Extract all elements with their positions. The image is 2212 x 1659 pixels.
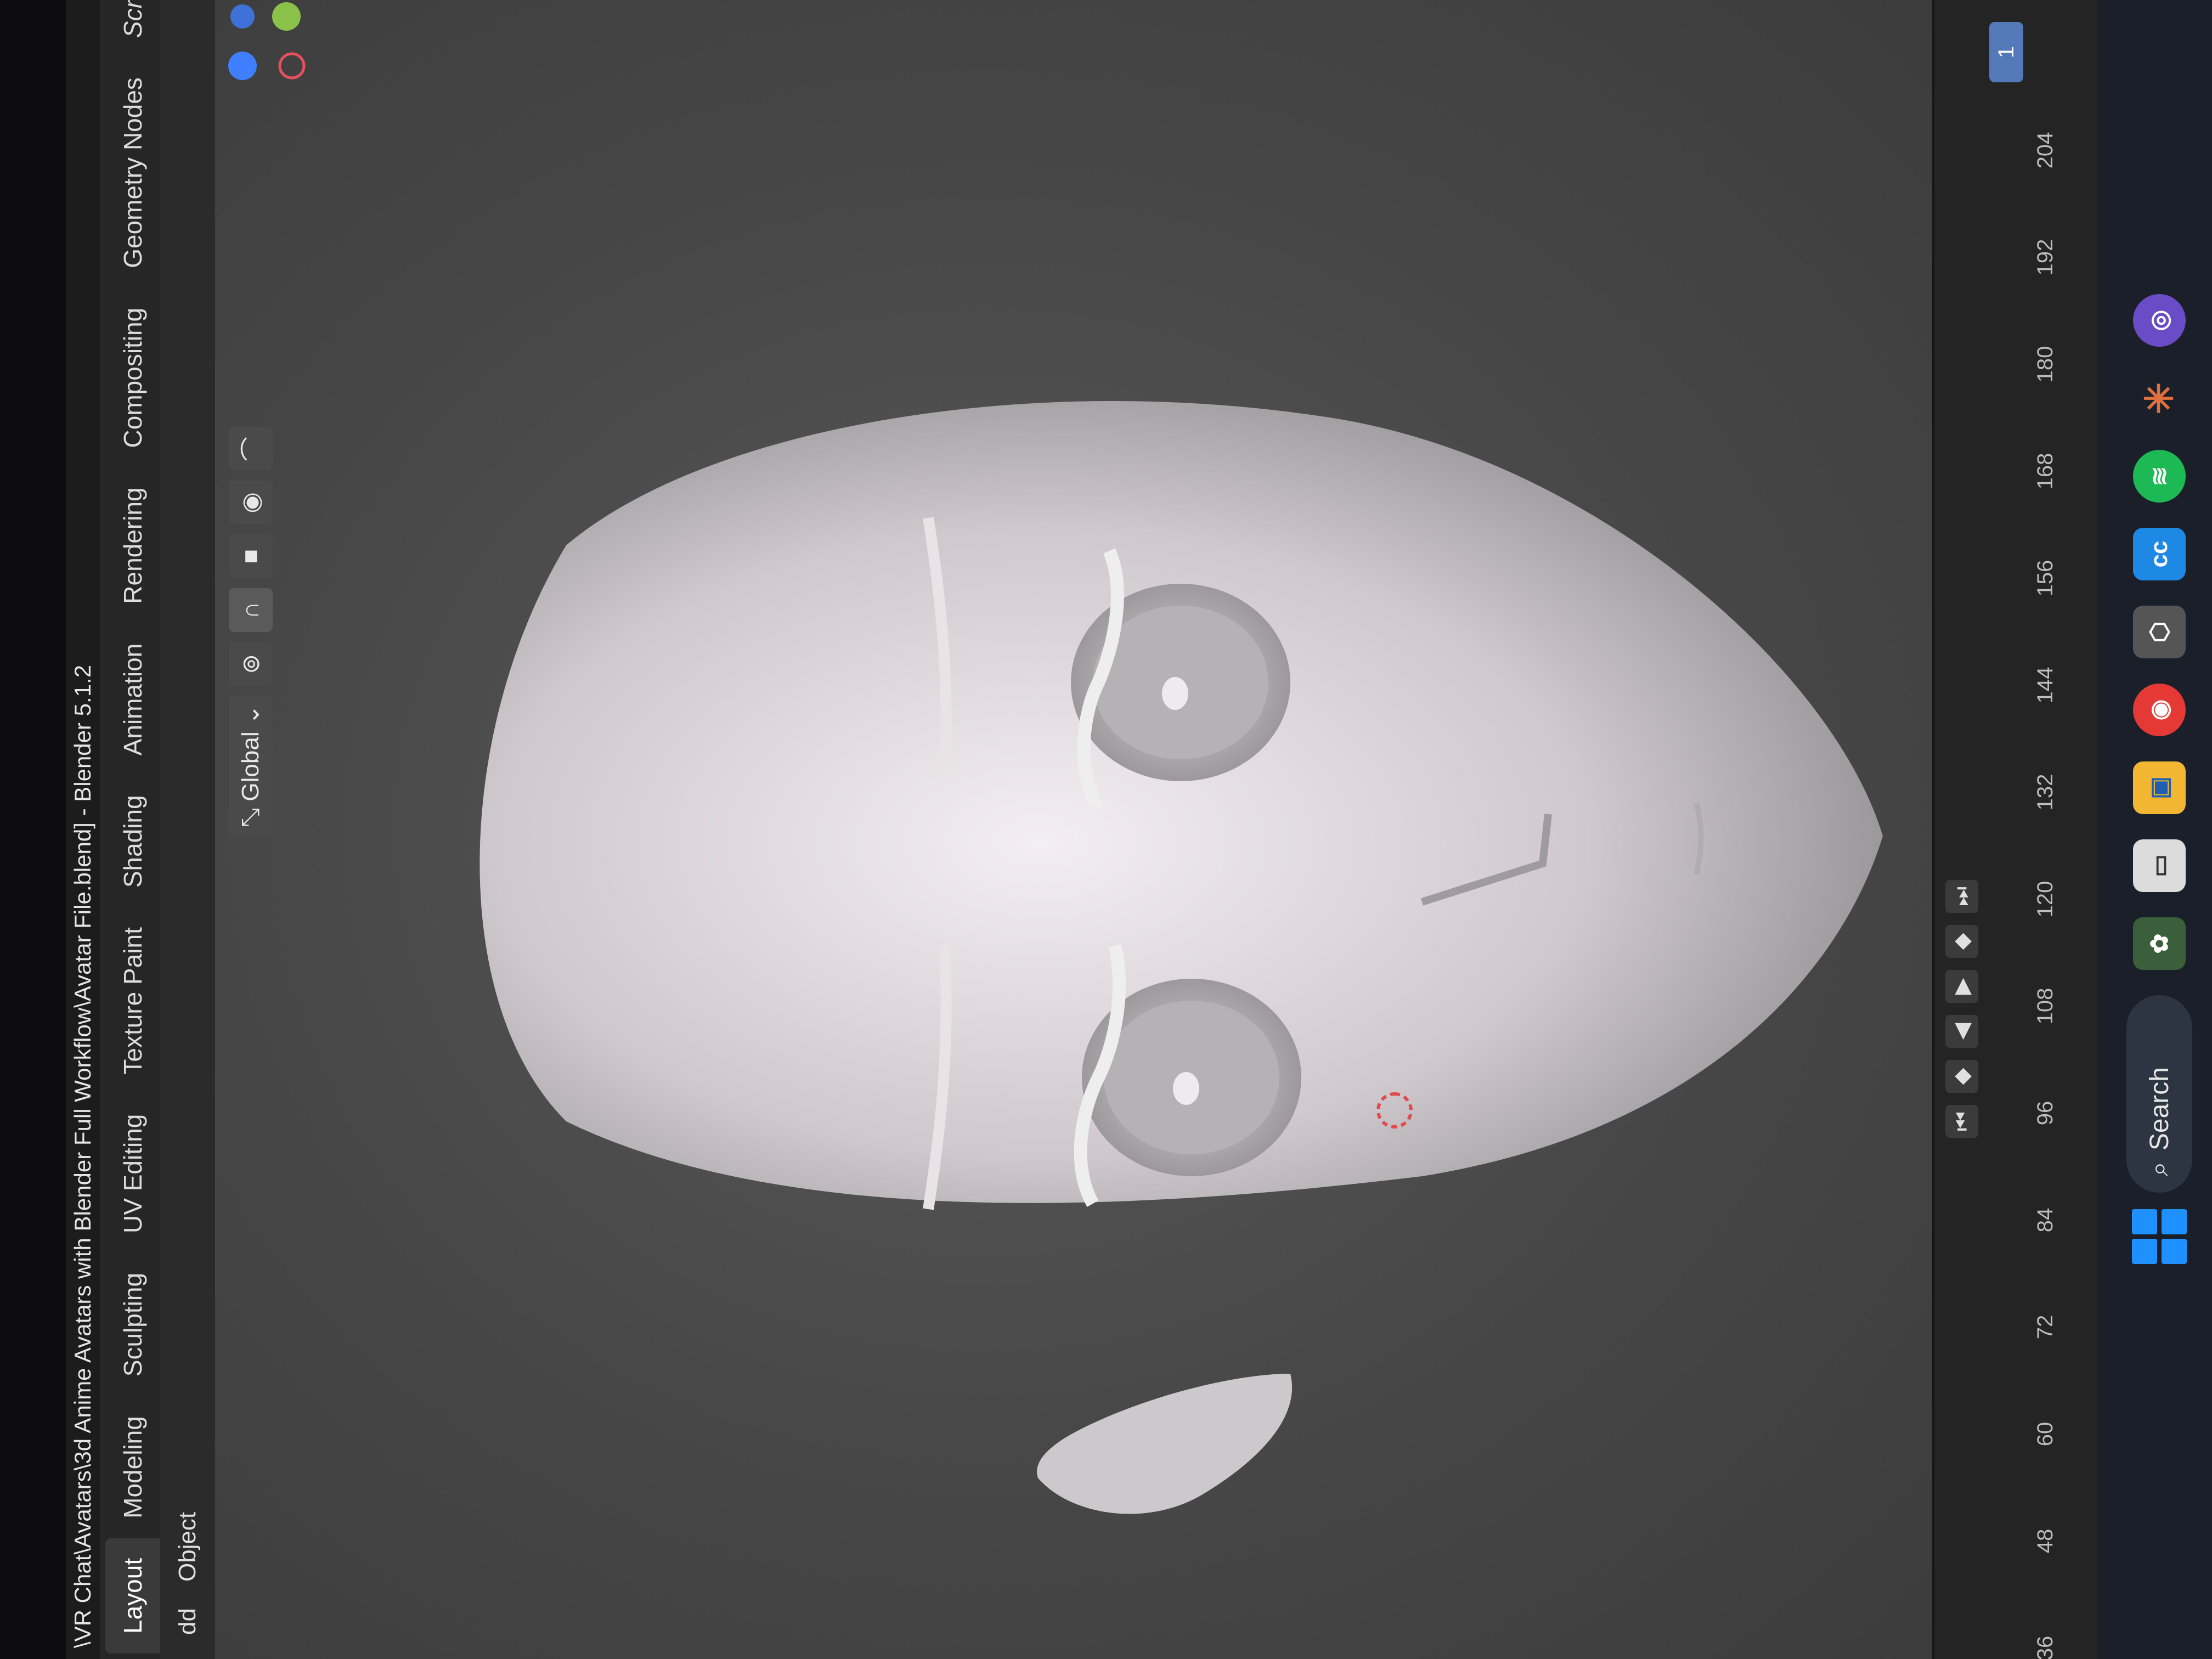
tab-modeling[interactable]: Modeling — [105, 1396, 160, 1538]
spotify-icon[interactable]: ≋ — [2133, 450, 2186, 503]
frame-tick: 48 — [2033, 1528, 2057, 1554]
frame-tick: 36 — [2033, 1635, 2057, 1659]
frame-tick: 132 — [2033, 774, 2057, 811]
claude-icon[interactable]: ✳ — [2133, 372, 2186, 425]
play-reverse-icon[interactable]: ◀ — [1945, 1015, 1978, 1048]
frame-tick: 204 — [2033, 132, 2057, 169]
file-explorer-icon[interactable]: ▭ — [2133, 839, 2186, 892]
chevron-down-icon: ⌄ — [237, 704, 264, 725]
frame-tick: 96 — [2033, 1101, 2057, 1126]
transform-orientation-label: Global — [237, 731, 264, 802]
workspace-tabs: Layout Modeling Sculpting UV Editing Tex… — [100, 0, 160, 1659]
frame-tick: 72 — [2033, 1314, 2057, 1340]
frame-tick: 84 — [2033, 1207, 2057, 1233]
window-title: \VR Chat\Avatars\3d Anime Avatars with B… — [66, 0, 100, 1659]
blender-icon[interactable]: ⬡ — [2133, 606, 2186, 658]
frame-tick: 192 — [2033, 239, 2057, 276]
tab-animation[interactable]: Animation — [105, 624, 160, 776]
gizmo-x-neg-axis — [278, 52, 306, 80]
taskbar-search[interactable]: ⌕ Search — [2126, 995, 2192, 1193]
tab-geometry-nodes[interactable]: Geometry Nodes — [105, 58, 160, 288]
widgets-icon[interactable]: ✿ — [2133, 917, 2186, 970]
frame-tick: 180 — [2033, 346, 2057, 383]
tab-shading[interactable]: Shading — [105, 775, 160, 907]
tab-sculpting[interactable]: Sculpting — [105, 1253, 160, 1396]
transform-orientation-dropdown[interactable]: ⤡ Global ⌄ — [229, 696, 273, 836]
frame-ruler[interactable]: 36 48 60 72 84 96 108 120 132 144 156 16… — [2033, 0, 2072, 1659]
explorer-folder-icon[interactable]: ▣ — [2133, 761, 2186, 814]
chrome-icon[interactable]: ◉ — [2133, 684, 2186, 736]
frame-tick: 60 — [2033, 1421, 2057, 1447]
tab-compositing[interactable]: Compositing — [105, 288, 160, 468]
head-model — [479, 401, 1883, 1514]
next-keyframe-icon[interactable]: ◆ — [1945, 925, 1978, 958]
frame-tick: 120 — [2033, 881, 2057, 918]
frame-tick: 108 — [2033, 988, 2057, 1025]
capcut-icon[interactable]: cc — [2133, 528, 2186, 580]
ear-shape — [1037, 1374, 1293, 1514]
tab-layout[interactable]: Layout — [105, 1538, 160, 1654]
pivot-icon: ⊚ — [237, 653, 264, 674]
windows-start-icon[interactable] — [2132, 1209, 2187, 1264]
add-menu[interactable]: dd — [174, 1595, 201, 1648]
frame-tick: 144 — [2033, 667, 2057, 704]
navigation-gizmo[interactable] — [210, 0, 374, 99]
frame-tick: 168 — [2033, 453, 2057, 490]
jump-start-icon[interactable]: ⏮ — [1945, 1105, 1978, 1138]
viewport-header: dd Object — [160, 0, 215, 1659]
viewport-toolbar: ⤡ Global ⌄ ⊚ ∩ ■ ◉ ⌒ — [226, 427, 275, 836]
proportional-edit-icon: ◉ — [237, 492, 264, 514]
search-label: Search — [2145, 1067, 2174, 1151]
transform-orientation-icon: ⤡ — [237, 808, 264, 827]
gizmo-z-neg-axis — [230, 4, 255, 29]
current-frame-indicator[interactable]: 1 — [1989, 22, 2023, 82]
tab-texture-paint[interactable]: Texture Paint — [105, 907, 160, 1094]
play-icon[interactable]: ▶ — [1945, 970, 1978, 1003]
monitor-screen: \VR Chat\Avatars\3d Anime Avatars with B… — [66, 0, 2212, 1659]
playback-controls: ⏮ ◆ ◀ ▶ ◆ ⏭ — [1945, 880, 1978, 1138]
windows-taskbar: ⌕ Search ✿ ▭ ▣ ◉ ⬡ cc ≋ ✳ ◎ — [2097, 0, 2212, 1659]
tab-rendering[interactable]: Rendering — [105, 467, 160, 623]
pivot-point-button[interactable]: ⊚ — [229, 642, 273, 686]
discord-icon[interactable]: ◎ — [2133, 294, 2186, 347]
snap-target-dropdown[interactable]: ■ — [229, 534, 273, 579]
search-icon: ⌕ — [2145, 1161, 2174, 1176]
falloff-curve-icon: ⌒ — [240, 437, 267, 461]
magnet-icon: ∩ — [237, 601, 264, 619]
proportional-edit-toggle[interactable]: ◉ — [229, 481, 273, 525]
tab-uv-editing[interactable]: UV Editing — [105, 1094, 160, 1253]
gizmo-z-axis — [228, 52, 257, 80]
snap-toggle[interactable]: ∩ — [229, 588, 273, 633]
timeline-panel: ⏮ ◆ ◀ ▶ ◆ ⏭ 1 36 48 60 72 84 96 108 120 … — [1932, 0, 2099, 1659]
3d-viewport[interactable] — [215, 0, 1932, 1659]
jump-end-icon[interactable]: ⏭ — [1945, 880, 1978, 913]
object-menu[interactable]: Object — [174, 1499, 201, 1595]
snap-square-icon: ■ — [237, 549, 264, 564]
falloff-dropdown[interactable]: ⌒ — [229, 427, 273, 471]
prev-keyframe-icon[interactable]: ◆ — [1945, 1060, 1978, 1093]
tab-scripting[interactable]: Scripting — [105, 0, 160, 58]
frame-tick: 156 — [2033, 560, 2057, 597]
gizmo-y-axis — [272, 2, 301, 31]
